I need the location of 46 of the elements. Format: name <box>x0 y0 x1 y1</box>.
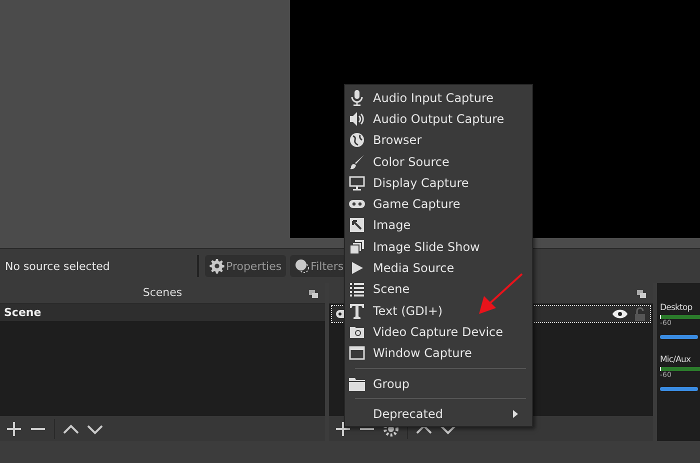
image-icon <box>349 217 365 234</box>
scene-item[interactable]: Scene <box>0 304 325 321</box>
submenu-arrow-icon <box>513 410 518 418</box>
float-icon[interactable] <box>637 290 646 298</box>
toolbar-button[interactable]: Properties <box>205 255 286 277</box>
menu-item[interactable]: Video Capture Device <box>345 321 532 343</box>
microphone-icon <box>349 90 365 106</box>
volume-slider[interactable] <box>660 387 698 391</box>
gear-icon <box>209 258 225 274</box>
audio-meter <box>660 315 700 319</box>
menu-item[interactable]: Color Source <box>345 150 532 172</box>
menu-item[interactable]: Scene <box>345 278 532 300</box>
menu-item[interactable]: Window Capture <box>345 342 532 364</box>
globe-icon <box>349 132 365 148</box>
float-icon[interactable] <box>309 290 318 298</box>
status-text: No source selected <box>5 260 111 272</box>
window-icon <box>349 345 365 362</box>
menu-item[interactable]: Text (GDI+) <box>345 300 532 322</box>
speaker-icon <box>349 110 365 127</box>
list-icon <box>349 281 365 298</box>
menu-item[interactable]: Audio Output Capture <box>345 108 532 130</box>
channel-name: Mic/Aux <box>660 355 692 365</box>
menu-item[interactable]: Audio Input Capture <box>345 87 532 108</box>
dock-title: Scenes <box>142 286 182 300</box>
channel-name: Desktop <box>660 303 694 313</box>
audio-meter <box>660 367 700 371</box>
filter-icon <box>294 258 310 274</box>
volume-slider[interactable] <box>660 335 698 339</box>
slides-icon <box>349 238 365 255</box>
menu-item[interactable]: Group <box>345 372 532 394</box>
submenu-item[interactable]: Deprecated <box>345 403 532 424</box>
menu-item[interactable]: Image Slide Show <box>345 236 532 258</box>
monitor-icon <box>349 174 365 191</box>
arrow <box>479 273 523 314</box>
folder-icon <box>349 376 365 392</box>
menu-item[interactable]: Media Source <box>345 257 532 279</box>
menu-item[interactable]: Display Capture <box>345 172 532 194</box>
add-icon[interactable] <box>6 420 22 437</box>
text-icon <box>349 302 365 319</box>
brush-icon <box>349 154 365 170</box>
add-icon[interactable] <box>335 420 351 437</box>
menu-item[interactable]: Game Capture <box>345 193 532 215</box>
eye-icon[interactable] <box>612 308 628 319</box>
unlocked-icon[interactable] <box>634 306 646 321</box>
menu-item[interactable]: Browser <box>345 130 532 151</box>
menu-item[interactable]: Image <box>345 214 532 236</box>
